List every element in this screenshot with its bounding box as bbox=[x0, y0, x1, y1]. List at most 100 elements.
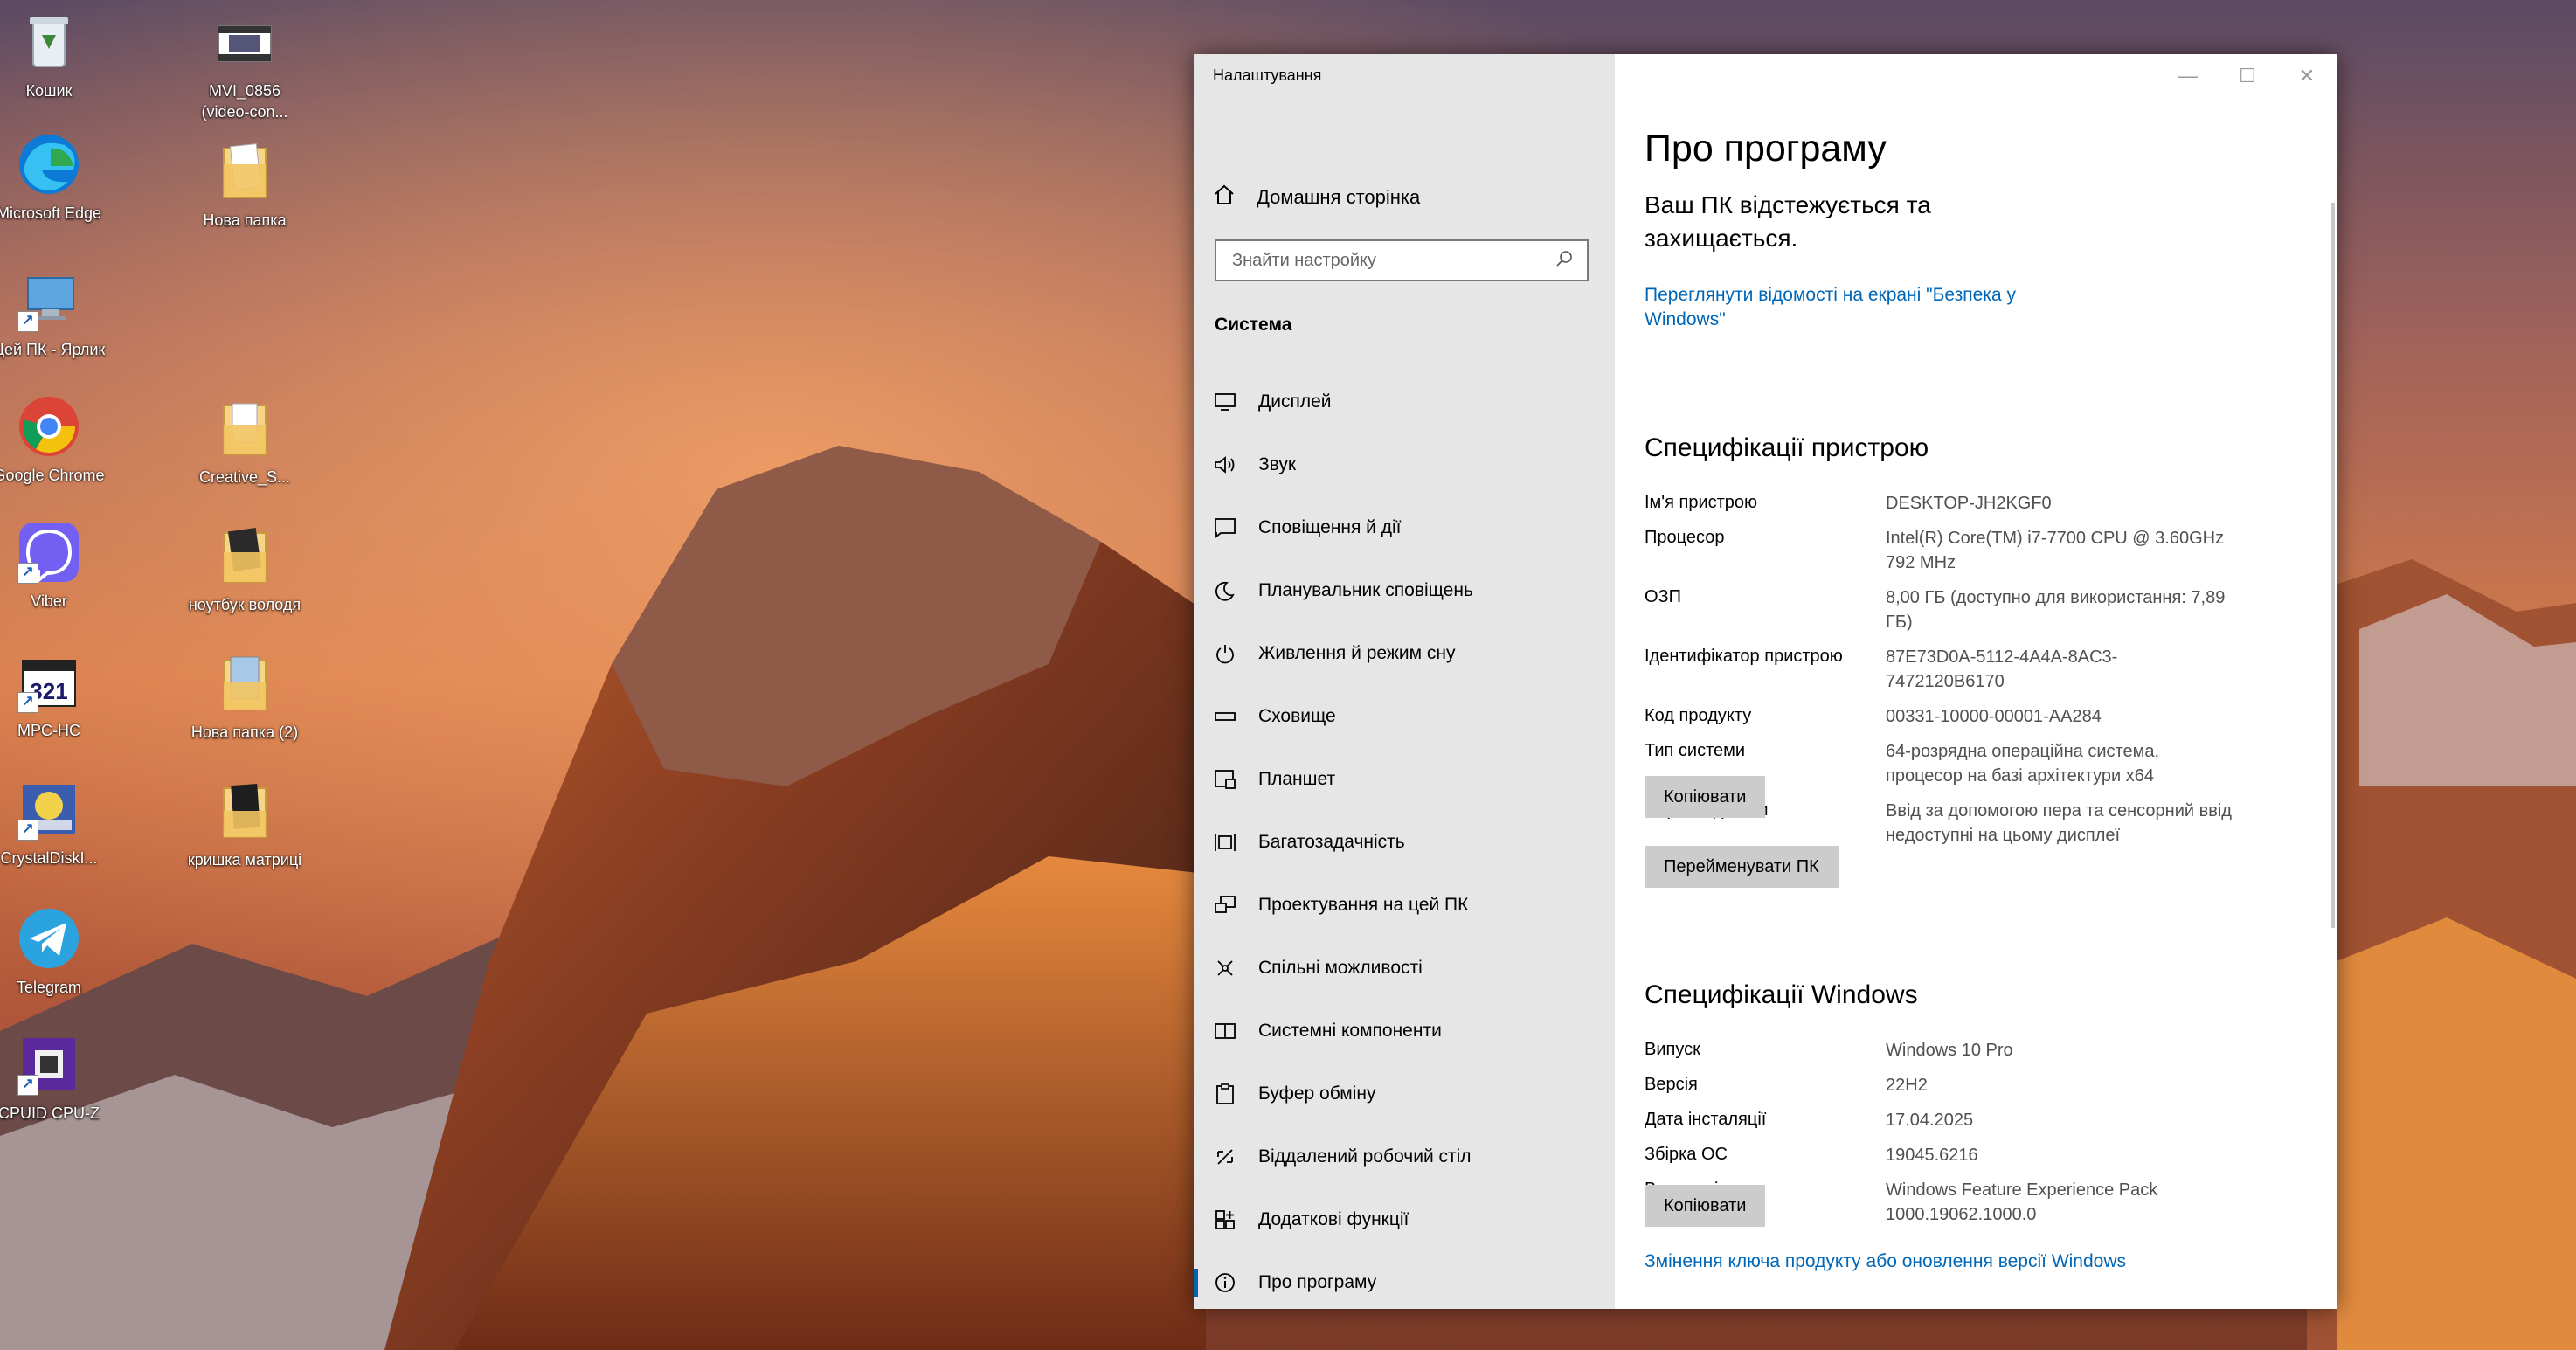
desktop-icon-folder-new[interactable]: Нова папка bbox=[184, 138, 306, 231]
recycle-bin-icon bbox=[16, 9, 82, 75]
spec-label: Збірка ОС bbox=[1645, 1145, 1728, 1164]
settings-search[interactable] bbox=[1215, 239, 1589, 281]
spec-label: Дата інсталяції bbox=[1645, 1110, 1767, 1129]
storage-icon bbox=[1213, 704, 1237, 729]
sidebar-item-optional-features[interactable]: Додаткові функції bbox=[1194, 1188, 1615, 1251]
window-controls: — ☐ ✕ bbox=[2158, 54, 2337, 98]
system-components-icon bbox=[1213, 1019, 1237, 1043]
minimize-button[interactable]: — bbox=[2158, 54, 2218, 98]
spec-value: Intel(R) Core(TM) i7-7700 CPU @ 3.60GHz … bbox=[1886, 529, 2225, 572]
sidebar-item-label: Віддалений робочий стіл bbox=[1258, 1146, 1472, 1167]
settings-content: — ☐ ✕ Про програму Ваш ПК відстежується … bbox=[1615, 54, 2337, 1309]
desktop-icon-telegram[interactable]: Telegram bbox=[0, 905, 110, 998]
sidebar-item-label: Живлення й режим сну bbox=[1258, 643, 1456, 663]
cpuz-icon: ↗ bbox=[16, 1031, 82, 1097]
sidebar-item-power[interactable]: Живлення й режим сну bbox=[1194, 622, 1615, 685]
desktop-icon-label: Нова папка (2) bbox=[190, 723, 299, 741]
folder-icon bbox=[211, 395, 278, 461]
spec-row: Дата інсталяції 17.04.2025 bbox=[1645, 1108, 2256, 1132]
sidebar-item-label: Планшет bbox=[1258, 769, 1336, 789]
sidebar-item-multitasking[interactable]: Багатозадачність bbox=[1194, 811, 1615, 874]
shortcut-arrow-icon: ↗ bbox=[17, 820, 38, 841]
sidebar-item-label: Сховище bbox=[1258, 706, 1336, 726]
desktop-icon-creative[interactable]: Creative_S... bbox=[184, 395, 306, 488]
home-label: Домашня сторінка bbox=[1257, 186, 1421, 208]
desktop-icon-cpuz[interactable]: ↗ CPUID CPU-Z bbox=[0, 1031, 110, 1124]
info-icon bbox=[1213, 1270, 1237, 1295]
sidebar-nav: Дисплей Звук Сповіщення й дії Планувальн… bbox=[1194, 370, 1615, 1309]
spec-row: Ідентифікатор пристрою 87E73D0A-5112-4A4… bbox=[1645, 645, 2256, 694]
desktop-icon-chrome[interactable]: Google Chrome bbox=[0, 393, 110, 486]
sidebar-item-label: Про програму bbox=[1258, 1272, 1377, 1292]
desktop-icon-folder-laptop[interactable]: ноутбук володя bbox=[184, 523, 306, 615]
telegram-icon bbox=[16, 905, 82, 972]
desktop-icon-this-pc[interactable]: ↗ Цей ПК - Ярлик bbox=[0, 267, 110, 360]
spec-label: ОЗП bbox=[1645, 587, 1682, 606]
sidebar-item-shared-experiences[interactable]: Спільні можливості bbox=[1194, 937, 1615, 1000]
folder-icon bbox=[211, 778, 278, 844]
sidebar-item-focus-assist[interactable]: Планувальник сповіщень bbox=[1194, 559, 1615, 622]
desktop-icon-label: Google Chrome bbox=[0, 467, 105, 484]
chrome-icon bbox=[16, 393, 82, 460]
projecting-icon bbox=[1213, 893, 1237, 917]
sidebar-item-projecting[interactable]: Проектування на цей ПК bbox=[1194, 874, 1615, 937]
desktop-icon-edge[interactable]: Microsoft Edge bbox=[0, 131, 110, 224]
desktop-icon-label: Viber bbox=[31, 592, 67, 610]
desktop-icon-video[interactable]: MVI_0856 (video-con... bbox=[184, 9, 306, 122]
spec-label: Ідентифікатор пристрою bbox=[1645, 647, 1843, 666]
search-icon[interactable] bbox=[1555, 250, 1573, 272]
copy-windows-specs-button[interactable]: Копіювати bbox=[1645, 1185, 1766, 1227]
desktop-icon-mpc-hc[interactable]: 321 ↗ MPC-HC bbox=[0, 648, 110, 741]
sidebar-item-system-components[interactable]: Системні компоненти bbox=[1194, 1000, 1615, 1063]
spec-row: Процесор Intel(R) Core(TM) i7-7700 CPU @… bbox=[1645, 526, 2256, 575]
copy-device-specs-button[interactable]: Копіювати bbox=[1645, 776, 1766, 818]
sidebar-section-title: Система bbox=[1215, 315, 1292, 335]
sidebar-item-label: Додаткові функції bbox=[1258, 1209, 1409, 1229]
spec-value: 19045.6216 bbox=[1886, 1146, 1978, 1165]
sidebar-item-storage[interactable]: Сховище bbox=[1194, 685, 1615, 748]
spec-row: Версія 22H2 bbox=[1645, 1073, 2256, 1097]
sidebar-item-sound[interactable]: Звук bbox=[1194, 433, 1615, 496]
multitasking-icon bbox=[1213, 830, 1237, 855]
desktop-icon-viber[interactable]: ↗ Viber bbox=[0, 519, 110, 612]
notifications-icon bbox=[1213, 516, 1237, 540]
sidebar-item-about[interactable]: Про програму bbox=[1194, 1251, 1615, 1309]
home-link[interactable]: Домашня сторінка bbox=[1213, 183, 1420, 211]
scrollbar[interactable] bbox=[2331, 203, 2335, 928]
desktop-icon-folder-new-2[interactable]: Нова папка (2) bbox=[184, 650, 306, 743]
sound-icon bbox=[1213, 453, 1237, 477]
product-key-link[interactable]: Змінення ключа продукту або оновлення ве… bbox=[1645, 1251, 2126, 1272]
spec-row: Код продукту 00331-10000-00001-AA284 bbox=[1645, 704, 2256, 729]
spec-value: 00331-10000-00001-AA284 bbox=[1886, 707, 2102, 726]
desktop-icon-label: Creative_S... bbox=[198, 468, 291, 486]
spec-row: Збірка ОС 19045.6216 bbox=[1645, 1143, 2256, 1167]
maximize-button[interactable]: ☐ bbox=[2218, 54, 2277, 98]
folder-icon bbox=[211, 138, 278, 204]
desktop-icon-label: Цей ПК - Ярлик bbox=[0, 341, 106, 358]
desktop-icon-label: кришка матриці bbox=[187, 851, 302, 869]
viber-icon: ↗ bbox=[16, 519, 82, 585]
rename-pc-button[interactable]: Перейменувати ПК bbox=[1645, 846, 1839, 888]
close-button[interactable]: ✕ bbox=[2277, 54, 2337, 98]
window-title: Налаштування bbox=[1213, 66, 1322, 84]
sidebar-item-label: Системні компоненти bbox=[1258, 1021, 1442, 1041]
sidebar-item-notifications[interactable]: Сповіщення й дії bbox=[1194, 496, 1615, 559]
spec-value: Windows 10 Pro bbox=[1886, 1041, 2013, 1060]
windows-security-link[interactable]: Переглянути відомості на екрані "Безпека… bbox=[1645, 283, 2064, 332]
spec-value: Windows Feature Experience Pack 1000.190… bbox=[1886, 1180, 2158, 1224]
desktop-icon-folder-cover[interactable]: кришка матриці bbox=[184, 778, 306, 870]
device-specs-heading: Специфікації пристрою bbox=[1645, 433, 1929, 462]
desktop-icon-crystaldisk[interactable]: ↗ CrystalDiskI... bbox=[0, 776, 110, 869]
sidebar-item-clipboard[interactable]: Буфер обміну bbox=[1194, 1063, 1615, 1125]
sidebar-item-tablet[interactable]: Планшет bbox=[1194, 748, 1615, 811]
spec-label: Випуск bbox=[1645, 1040, 1700, 1059]
spec-label: Версія bbox=[1645, 1075, 1698, 1094]
desktop-icon-recycle-bin[interactable]: Кошик bbox=[0, 9, 110, 101]
search-input[interactable] bbox=[1230, 249, 1555, 272]
shortcut-arrow-icon: ↗ bbox=[17, 1075, 38, 1096]
spec-row: ОЗП 8,00 ГБ (доступно для використання: … bbox=[1645, 585, 2256, 634]
sidebar-item-display[interactable]: Дисплей bbox=[1194, 370, 1615, 433]
sidebar-item-remote-desktop[interactable]: Віддалений робочий стіл bbox=[1194, 1125, 1615, 1188]
spec-row: Ім'я пристрою DESKTOP-JH2KGF0 bbox=[1645, 491, 2256, 516]
display-icon bbox=[1213, 390, 1237, 414]
